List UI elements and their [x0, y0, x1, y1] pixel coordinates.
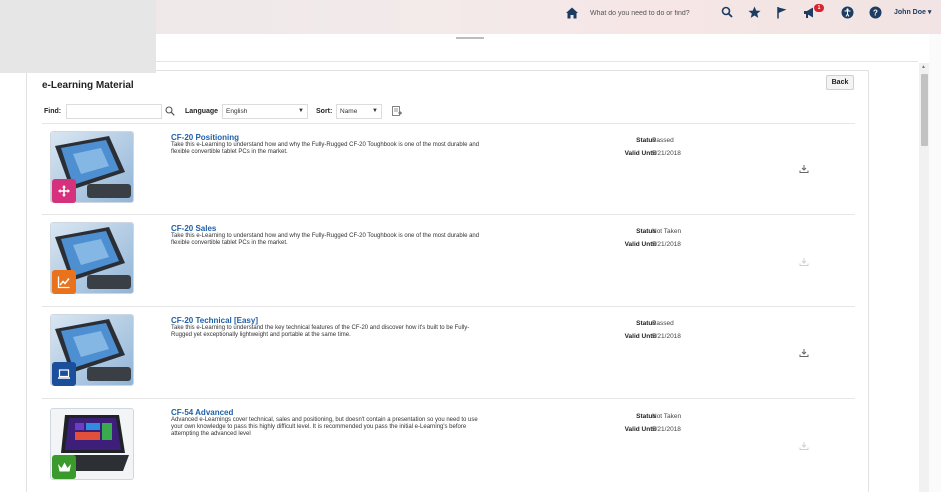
scrollbar-thumb[interactable]	[921, 74, 928, 146]
valid-until-label: Valid Until	[624, 150, 656, 157]
sort-select[interactable]: Name ▼	[336, 104, 382, 119]
language-select[interactable]: English ▼	[222, 104, 308, 119]
valid-until-label: Valid Until	[624, 241, 656, 248]
category-badge	[52, 455, 76, 479]
collapse-handle[interactable]	[456, 37, 484, 39]
advanced-crown-icon	[57, 462, 71, 471]
star-icon	[747, 6, 761, 18]
course-title-link[interactable]: CF-20 Positioning	[171, 133, 239, 142]
logo-placeholder	[0, 0, 156, 73]
flag-icon	[777, 6, 787, 18]
search-icon	[721, 6, 733, 18]
course-description: Advanced e-Learnings cover technical, sa…	[171, 417, 478, 437]
course-title-link[interactable]: CF-54 Advanced	[171, 408, 233, 417]
course-item: CF-20 Positioning Take this e-Learning t…	[42, 124, 855, 216]
status-label: Status	[636, 320, 656, 327]
export-icon[interactable]	[392, 106, 402, 117]
course-description: Take this e-Learning to understand how a…	[171, 142, 480, 155]
window-edge	[929, 34, 941, 492]
page-title: e-Learning Material	[42, 80, 134, 91]
language-label: Language	[185, 108, 219, 115]
course-description: Take this e-Learning to understand the k…	[171, 325, 470, 338]
accessibility-button[interactable]	[840, 5, 854, 19]
status-label: Status	[636, 413, 656, 420]
status-value: Not Taken	[652, 228, 682, 235]
scroll-up-arrow-icon[interactable]: ▲	[921, 64, 926, 70]
valid-until-label: Valid Until	[624, 426, 656, 433]
search-button[interactable]	[720, 5, 734, 19]
course-item: CF-20 Sales Take this e-Learning to unde…	[42, 215, 855, 307]
user-menu[interactable]: John Doe ▾	[894, 8, 931, 16]
status-value: Passed	[652, 137, 674, 144]
sort-label: Sort:	[316, 108, 333, 115]
download-icon	[799, 258, 809, 266]
sort-select-value: Name	[340, 108, 358, 115]
back-button[interactable]: Back	[826, 75, 854, 90]
flag-button[interactable]	[775, 5, 789, 19]
global-search-input[interactable]	[590, 5, 708, 21]
category-badge	[52, 270, 76, 294]
language-select-value: English	[226, 108, 248, 115]
accessibility-icon	[841, 6, 853, 18]
sales-chart-icon	[57, 276, 70, 289]
search-icon[interactable]	[165, 106, 175, 116]
valid-until-label: Valid Until	[624, 333, 656, 340]
valid-until-value: 5/21/2018	[652, 426, 681, 433]
course-title-link[interactable]: CF-20 Technical [Easy]	[171, 316, 258, 325]
help-button[interactable]: ?	[868, 5, 882, 19]
course-item: CF-20 Technical [Easy] Take this e-Learn…	[42, 307, 855, 399]
caret-down-icon: ▼	[372, 108, 378, 114]
notification-count-badge: 1	[814, 4, 824, 12]
positioning-arrows-icon	[58, 185, 70, 197]
status-label: Status	[636, 228, 656, 235]
home-icon[interactable]	[565, 6, 579, 20]
svg-text:?: ?	[873, 8, 878, 17]
download-icon[interactable]	[799, 164, 809, 174]
course-item: CF-54 Advanced Advanced e-Learnings cove…	[42, 399, 855, 491]
caret-down-icon: ▼	[298, 108, 304, 114]
download-icon	[799, 442, 809, 450]
course-description: Take this e-Learning to understand how a…	[171, 233, 480, 246]
status-value: Not Taken	[652, 413, 682, 420]
category-badge	[52, 362, 76, 386]
status-label: Status	[636, 137, 656, 144]
course-title-link[interactable]: CF-20 Sales	[171, 224, 216, 233]
technical-laptop-icon	[58, 369, 70, 379]
status-value: Passed	[652, 320, 674, 327]
favorites-button[interactable]	[747, 5, 761, 19]
valid-until-value: 5/21/2018	[652, 333, 681, 340]
find-label: Find:	[44, 108, 62, 115]
valid-until-value: 5/21/2018	[652, 150, 681, 157]
download-icon[interactable]	[799, 348, 809, 358]
find-input[interactable]	[66, 104, 162, 119]
valid-until-value: 5/21/2018	[652, 241, 681, 248]
category-badge	[52, 179, 76, 203]
help-icon: ?	[869, 6, 881, 18]
